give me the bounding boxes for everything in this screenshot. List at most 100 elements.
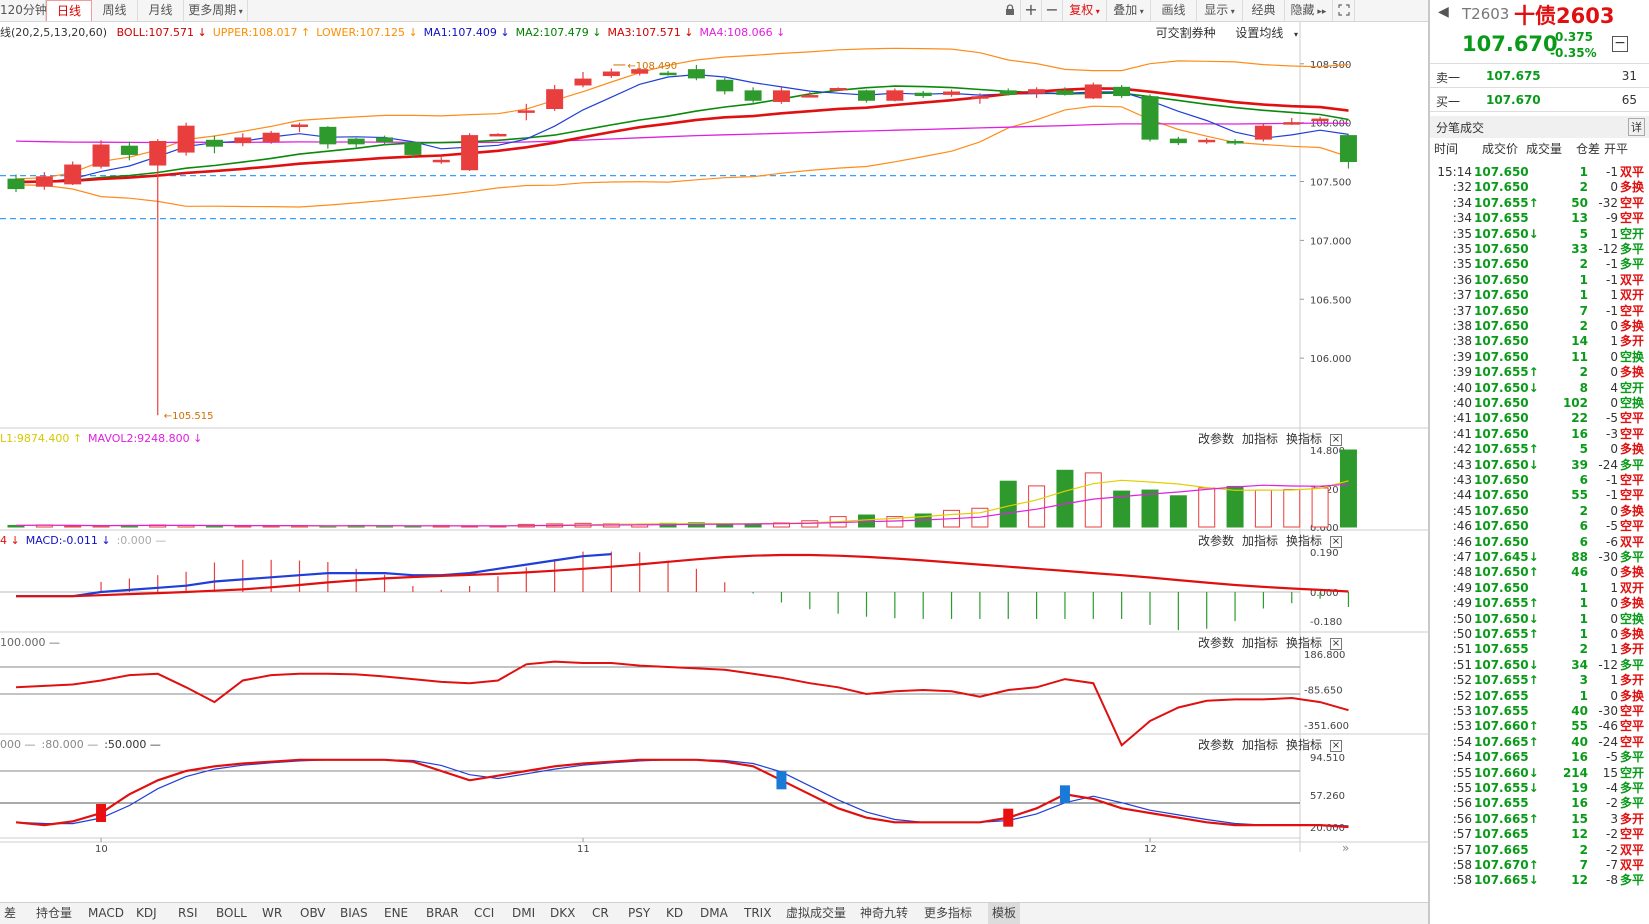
trade-row: :32 107.650 2 0 多换 xyxy=(1430,179,1649,195)
indicator-tab[interactable]: TRIX xyxy=(740,903,775,924)
indicator-tab[interactable]: 模板 xyxy=(988,903,1021,924)
trade-time: :34 xyxy=(1452,195,1472,210)
deliverable-bonds-button[interactable]: 可交割券种 xyxy=(1156,26,1216,40)
display-dropdown[interactable]: 显示 ▾ xyxy=(1197,0,1243,21)
switch-indicator-button[interactable]: 换指标 xyxy=(1286,636,1322,650)
trade-type: 多换 xyxy=(1620,596,1645,611)
indicator-tab[interactable]: KD xyxy=(662,903,687,924)
trade-row: :37 107.650 1 1 双开 xyxy=(1430,287,1649,303)
add-indicator-button[interactable]: 加指标 xyxy=(1242,636,1278,650)
trade-time: :50 xyxy=(1452,627,1472,641)
candle-down xyxy=(999,90,1017,95)
indicator-tab[interactable]: BIAS xyxy=(336,903,372,924)
trade-time: :48 xyxy=(1452,565,1472,580)
candle-down xyxy=(347,138,365,145)
close-icon[interactable]: × xyxy=(1330,433,1342,446)
indicator-tab[interactable]: RSI xyxy=(174,903,202,924)
trade-row: :52 107.655↑ 3 1 多开 xyxy=(1430,672,1649,688)
trade-price: 107.650 xyxy=(1474,580,1529,595)
period-day-button[interactable]: 日线 xyxy=(46,0,92,21)
trade-volume: 34 xyxy=(1571,657,1588,672)
trade-volume: 11 xyxy=(1571,349,1588,364)
indicator-tab[interactable]: KDJ xyxy=(132,903,161,924)
indicator-tab[interactable]: 更多指标 xyxy=(920,903,976,924)
bid-label: 买一 xyxy=(1436,95,1461,109)
candle-up xyxy=(829,88,847,91)
cci-pane-tools: 改参数 加指标 换指标 × xyxy=(1190,634,1342,652)
indicator-tab[interactable]: OBV xyxy=(296,903,330,924)
indicator-tab[interactable]: PSY xyxy=(624,903,654,924)
trade-oi-change: -5 xyxy=(1606,411,1618,426)
indicator-tab[interactable]: BRAR xyxy=(422,903,463,924)
edit-params-button[interactable]: 改参数 xyxy=(1198,534,1234,548)
trade-row: :37 107.650 7 -1 空平 xyxy=(1430,303,1649,319)
bid-row: 买一 107.670 65 xyxy=(1430,90,1649,112)
trade-price: 107.650 xyxy=(1474,303,1529,318)
fullscreen-icon[interactable] xyxy=(1333,0,1355,21)
period-120min-button[interactable]: 120分钟 xyxy=(0,0,47,21)
trade-oi-change: -1 xyxy=(1606,272,1618,287)
indicator-tab[interactable]: 虚拟成交量 xyxy=(782,903,850,924)
macd-legend: 4 ↓ MACD:-0.011 ↓:0.000 — xyxy=(0,532,172,550)
trade-volume: 46 xyxy=(1571,565,1588,580)
trade-price: 107.665 xyxy=(1474,750,1529,765)
add-indicator-button[interactable]: 加指标 xyxy=(1242,738,1278,752)
trade-time: :47 xyxy=(1452,550,1472,564)
high-annotation: ←108.490 xyxy=(627,61,677,72)
trades-header: 时间 成交价 成交量 仓差 开平 xyxy=(1430,140,1649,158)
switch-indicator-button[interactable]: 换指标 xyxy=(1286,738,1322,752)
indicator-tab[interactable]: BOLL xyxy=(212,903,251,924)
trade-type: 双平 xyxy=(1620,165,1645,179)
adjust-dropdown[interactable]: 复权 ▾ xyxy=(1063,0,1107,21)
add-indicator-button[interactable]: 加指标 xyxy=(1242,534,1278,548)
close-icon[interactable]: × xyxy=(1330,739,1342,752)
trades-list[interactable]: 15:14 107.650 1 -1 双平:32 107.650 2 0 多换:34 107.65… xyxy=(1430,164,1649,924)
more-periods-dropdown[interactable]: 更多周期 ▾ xyxy=(184,0,248,21)
indicator-tab[interactable]: WR xyxy=(258,903,286,924)
add-indicator-button[interactable]: 加指标 xyxy=(1242,432,1278,446)
trade-oi-change: 1 xyxy=(1610,288,1618,303)
trade-price: 107.650↑ xyxy=(1474,565,1539,580)
draw-line-button[interactable]: 画线 xyxy=(1151,0,1197,21)
set-ma-button[interactable]: 设置均线 ▾ xyxy=(1227,26,1298,40)
edit-params-button[interactable]: 改参数 xyxy=(1198,636,1234,650)
switch-indicator-button[interactable]: 换指标 xyxy=(1286,432,1322,446)
trade-oi-change: 0 xyxy=(1610,396,1618,410)
indicator-tab[interactable]: DKX xyxy=(546,903,579,924)
classic-button[interactable]: 经典 xyxy=(1243,0,1285,21)
indicator-tab[interactable]: 持仓量 xyxy=(32,903,76,924)
hide-button[interactable]: 隐藏 ▸▸ xyxy=(1285,0,1333,21)
switch-indicator-button[interactable]: 换指标 xyxy=(1286,534,1322,548)
lock-icon[interactable] xyxy=(1000,0,1021,21)
period-week-button[interactable]: 周线 xyxy=(92,0,138,21)
indicator-tab[interactable]: 神奇九转 xyxy=(856,903,912,924)
trade-oi-change: -24 xyxy=(1598,734,1618,749)
zoom-out-icon[interactable]: − xyxy=(1042,0,1063,21)
overlay-dropdown[interactable]: 叠加 ▾ xyxy=(1107,0,1151,21)
indicator-tab[interactable]: ENE xyxy=(380,903,412,924)
zoom-in-icon[interactable]: + xyxy=(1021,0,1042,21)
trade-price: 107.650 xyxy=(1474,288,1529,303)
indicator-tab[interactable]: DMI xyxy=(508,903,539,924)
indicator-tab[interactable]: CR xyxy=(588,903,613,924)
trade-type: 多换 xyxy=(1620,565,1645,580)
edit-params-button[interactable]: 改参数 xyxy=(1198,432,1234,446)
edit-params-button[interactable]: 改参数 xyxy=(1198,738,1234,752)
indicator-tab[interactable]: CCI xyxy=(470,903,498,924)
indicator-tab[interactable]: MACD xyxy=(84,903,128,924)
chart-area[interactable]: 108.500 108.000 107.500 107.000 106.500 106.0… xyxy=(0,22,1428,902)
macd-legend-item: 4 ↓ xyxy=(0,534,20,547)
indicator-tab[interactable]: 差 xyxy=(0,903,20,924)
detail-button[interactable]: 详 xyxy=(1628,118,1645,136)
main-legend-item: MA1:107.409 ↓ xyxy=(423,26,510,39)
trade-price: 107.670↑ xyxy=(1474,858,1539,872)
volume-bar xyxy=(1311,487,1329,528)
prev-contract-icon[interactable]: ◀ xyxy=(1438,4,1449,20)
indicator-tab[interactable]: DMA xyxy=(696,903,732,924)
close-icon[interactable]: × xyxy=(1330,637,1342,650)
trade-type: 多换 xyxy=(1620,180,1645,195)
close-icon[interactable]: × xyxy=(1330,535,1342,548)
collapse-icon[interactable]: − xyxy=(1612,36,1628,52)
trade-type: 空平 xyxy=(1620,519,1645,534)
period-month-button[interactable]: 月线 xyxy=(138,0,184,21)
